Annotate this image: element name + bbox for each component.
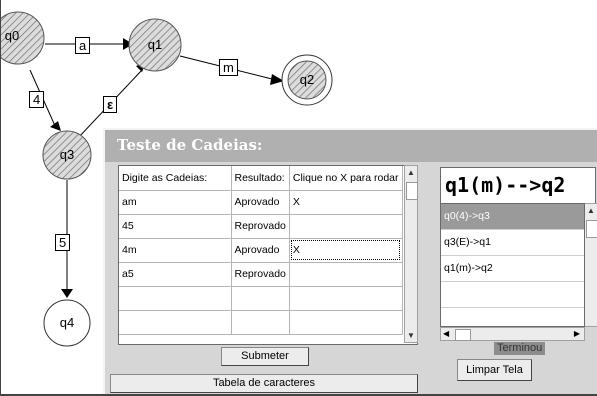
result-title: q1(m)-->q2 xyxy=(440,167,596,203)
scroll-thumb[interactable] xyxy=(406,182,418,200)
dialog-title: Teste de Cadeias: xyxy=(105,130,597,162)
scroll-up-icon[interactable]: ▲ xyxy=(405,166,417,179)
scroll-left-icon[interactable]: ◀ xyxy=(443,328,449,340)
string-cell[interactable]: am xyxy=(119,190,232,215)
strings-table: Digite as Cadeias: Resultado: Clique no … xyxy=(118,165,418,345)
scroll-thumb[interactable] xyxy=(455,329,471,341)
list-item[interactable]: q0(4)->q3 xyxy=(441,204,584,230)
table-row: a5 Reprovado xyxy=(119,262,403,287)
run-cell[interactable] xyxy=(289,262,403,287)
arrowhead-q3-q4 xyxy=(61,289,73,298)
state-label-q3: q3 xyxy=(59,147,75,162)
column-header-run: Clique no X para rodar xyxy=(289,166,403,191)
arrowhead-q0-q3 xyxy=(50,121,61,131)
table-row: 45 Reprovado xyxy=(119,214,403,239)
table-row: 4m Aprovado X xyxy=(119,238,403,263)
scroll-down-icon[interactable]: ▼ xyxy=(405,329,417,342)
state-label-q0: q0 xyxy=(4,28,20,43)
result-cell xyxy=(231,286,290,311)
test-strings-dialog: Teste de Cadeias: Digite as Cadeias: Res… xyxy=(103,128,597,394)
run-cell[interactable] xyxy=(289,214,403,239)
string-cell[interactable] xyxy=(119,286,232,311)
submit-button[interactable]: Submeter xyxy=(221,347,309,366)
state-label-q4: q4 xyxy=(59,315,75,330)
state-label-q2: q2 xyxy=(299,72,315,87)
strings-table-scrollbar[interactable]: ▲ ▼ xyxy=(404,165,418,343)
result-list-horizontal-scrollbar[interactable]: ◀ ▶ xyxy=(440,327,585,341)
state-label-q1: q1 xyxy=(147,37,163,52)
automaton-window: q0 q1 q2 q3 q4 a 4 ε m 5 Teste de Cadeia… xyxy=(0,0,597,396)
table-row xyxy=(119,286,403,311)
result-list-vertical-scrollbar[interactable]: ▲ xyxy=(585,203,597,327)
column-header-strings: Digite as Cadeias: xyxy=(119,166,232,191)
edge-label-q3-q1[interactable]: ε xyxy=(103,96,118,113)
result-cell: Reprovado xyxy=(231,262,290,287)
table-row: am Aprovado X xyxy=(119,190,403,215)
list-item[interactable]: q1(m)->q2 xyxy=(441,256,584,282)
edge-label-q1-q2[interactable]: m xyxy=(219,59,238,76)
run-cell[interactable] xyxy=(289,286,403,311)
scroll-up-icon[interactable]: ▲ xyxy=(585,204,597,217)
result-cell: Reprovado xyxy=(231,214,290,239)
list-item[interactable]: q3(E)->q1 xyxy=(441,230,584,256)
run-cell[interactable]: X xyxy=(289,190,403,215)
clear-screen-button[interactable]: Limpar Tela xyxy=(457,359,532,381)
edge-label-q3-q4[interactable]: 5 xyxy=(55,234,71,251)
result-cell: Aprovado xyxy=(231,238,290,263)
scroll-right-icon[interactable]: ▶ xyxy=(574,328,580,340)
table-header-row: Digite as Cadeias: Resultado: Clique no … xyxy=(119,166,403,191)
result-steps-list: q0(4)->q3 q3(E)->q1 q1(m)->q2 xyxy=(440,203,585,327)
run-cell[interactable] xyxy=(289,310,403,335)
string-cell[interactable]: 45 xyxy=(119,214,232,239)
string-cell[interactable]: a5 xyxy=(119,262,232,287)
column-header-result: Resultado: xyxy=(231,166,290,191)
scroll-thumb[interactable] xyxy=(586,220,597,238)
character-table-button[interactable]: Tabela de caracteres xyxy=(110,374,418,393)
edge-label-q0-q1[interactable]: a xyxy=(75,37,91,54)
result-cell xyxy=(231,310,290,335)
string-cell[interactable]: 4m xyxy=(119,238,232,263)
result-cell: Aprovado xyxy=(231,190,290,215)
string-cell[interactable] xyxy=(119,310,232,335)
frame-left-border xyxy=(0,0,1,396)
run-cell[interactable]: X xyxy=(289,238,403,263)
list-item xyxy=(441,282,584,308)
status-text: Terminou xyxy=(494,342,546,355)
table-row xyxy=(119,310,403,335)
edge-label-q0-q3[interactable]: 4 xyxy=(29,91,45,108)
